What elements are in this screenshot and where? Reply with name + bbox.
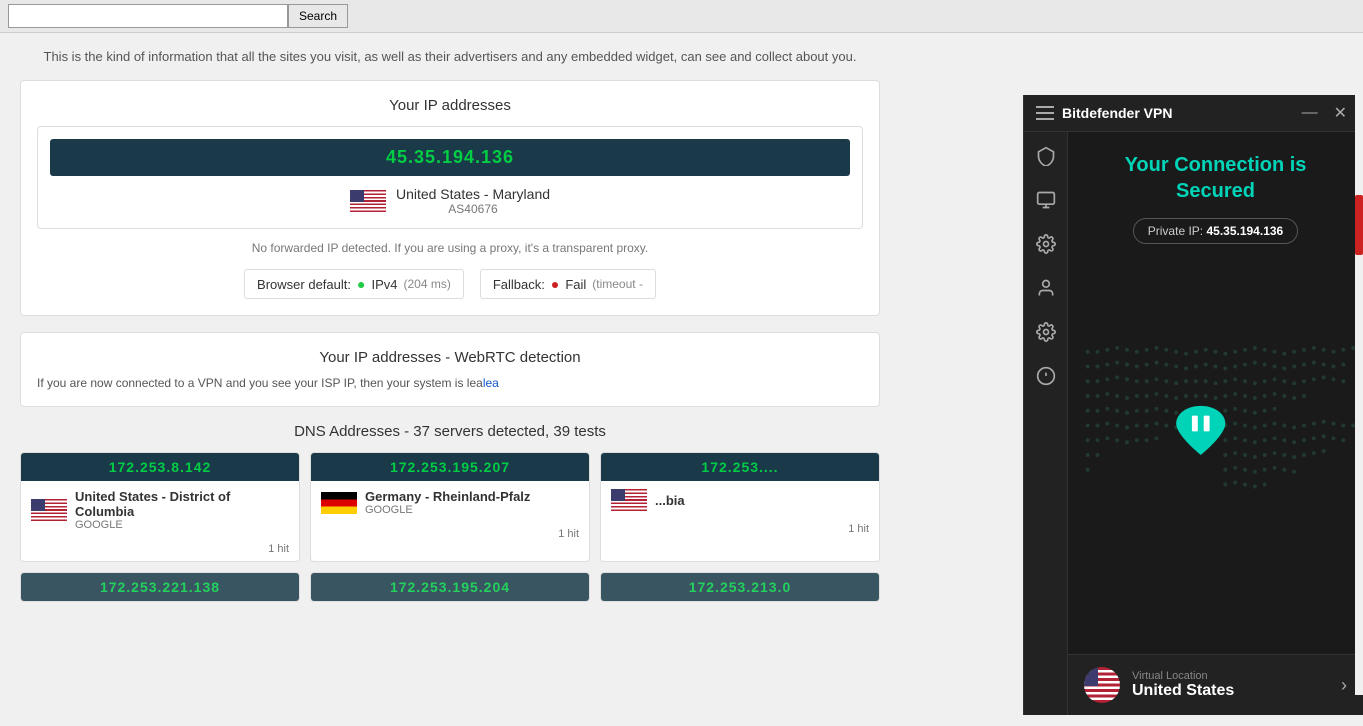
dns-section-title: DNS Addresses - 37 servers detected, 39 … <box>20 423 880 440</box>
dns-location-2: Germany - Rheinland-Pfalz GOOGLE <box>365 489 579 516</box>
dns-country-2: Germany - Rheinland-Pfalz <box>365 489 579 504</box>
virtual-location-country: United States <box>1132 682 1329 700</box>
vpn-location-bar[interactable]: Virtual Location United States › <box>1068 654 1363 715</box>
vpn-user-icon[interactable] <box>1034 276 1058 300</box>
fallback-fail: Fail <box>565 277 586 292</box>
map-dots-svg <box>1068 256 1363 654</box>
ip-location-text: United States - Maryland AS40676 <box>396 186 550 216</box>
virtual-location-label: Virtual Location <box>1132 670 1329 682</box>
vpn-body: Your Connection isSecured Private IP: 45… <box>1024 132 1363 715</box>
dns-info-2: Germany - Rheinland-Pfalz GOOGLE <box>311 481 589 524</box>
dns-grid-bottom: 172.253.221.138 172.253.195.204 172.253.… <box>20 572 880 602</box>
vpn-private-ip-badge: Private IP: 45.35.194.136 <box>1133 218 1298 244</box>
intro-text: This is the kind of information that all… <box>20 49 880 64</box>
top-bar: Search <box>0 0 1363 33</box>
dns-card-3: 172.253.... ...bia 1 hit <box>600 452 880 562</box>
vpn-display-icon[interactable] <box>1034 188 1058 212</box>
vpn-info-icon[interactable] <box>1034 364 1058 388</box>
dns-card-1: 172.253.8.142 United States - District o… <box>20 452 300 562</box>
dns-flag-us-3 <box>611 489 647 511</box>
webrtc-link[interactable]: lea <box>483 376 499 390</box>
dns-isp-1: GOOGLE <box>75 519 289 531</box>
dns-country-1: United States - District of Columbia <box>75 489 289 519</box>
page-scrollbar[interactable] <box>1355 95 1363 695</box>
ip-asn: AS40676 <box>396 202 550 216</box>
browser-ms: (204 ms) <box>403 277 450 291</box>
dns-location-1: United States - District of Columbia GOO… <box>75 489 289 531</box>
dns-country-3: ...bia <box>655 493 869 508</box>
vpn-map <box>1068 256 1363 654</box>
flag-us <box>350 190 386 212</box>
fallback-suffix: (timeout - <box>592 277 643 291</box>
location-text: Virtual Location United States <box>1132 670 1329 700</box>
location-chevron-icon: › <box>1341 675 1347 696</box>
ip-card-title: Your IP addresses <box>37 97 863 114</box>
vpn-gear-icon[interactable] <box>1034 232 1058 256</box>
dns-flag-de-2 <box>321 492 357 514</box>
vpn-status-title: Your Connection isSecured <box>1084 152 1347 204</box>
private-ip-label: Private IP: <box>1148 224 1203 238</box>
dns-location-3: ...bia <box>655 493 869 508</box>
dns-hits-2: 1 hit <box>311 524 589 546</box>
location-flag-us <box>1084 667 1120 703</box>
dns-ip-3: 172.253.... <box>601 453 879 481</box>
map-pin-group <box>1176 406 1225 455</box>
fallback-label: Fallback: <box>493 277 545 292</box>
vpn-app-title: Bitdefender VPN <box>1062 105 1290 121</box>
fallback-status: Fallback: ● Fail (timeout - <box>480 269 656 299</box>
dns-card-4: 172.253.221.138 <box>20 572 300 602</box>
dns-info-3: ...bia <box>601 481 879 519</box>
browser-protocol: IPv4 <box>371 277 397 292</box>
ip-addresses-card: Your IP addresses 45.35.194.136 United S… <box>20 80 880 316</box>
search-input-wrap: Search <box>8 4 348 28</box>
vpn-sidebar <box>1024 132 1068 715</box>
dns-info-1: United States - District of Columbia GOO… <box>21 481 299 539</box>
ip-location-row: United States - Maryland AS40676 <box>50 186 850 216</box>
search-input[interactable] <box>8 4 288 28</box>
vpn-titlebar: Bitdefender VPN — ✕ <box>1024 95 1363 132</box>
search-button[interactable]: Search <box>288 4 348 28</box>
browser-default-status: Browser default: ● IPv4 (204 ms) <box>244 269 464 299</box>
webrtc-title: Your IP addresses - WebRTC detection <box>37 349 863 366</box>
scrollbar-thumb[interactable] <box>1355 195 1363 255</box>
status-row: Browser default: ● IPv4 (204 ms) Fallbac… <box>37 269 863 299</box>
dns-flag-us-1 <box>31 499 67 521</box>
dns-isp-2: GOOGLE <box>365 504 579 516</box>
dns-ip-1: 172.253.8.142 <box>21 453 299 481</box>
webrtc-card: Your IP addresses - WebRTC detection If … <box>20 332 880 407</box>
vpn-main: Your Connection isSecured Private IP: 45… <box>1068 132 1363 715</box>
browser-dot-green: ● <box>357 276 365 292</box>
fallback-dot-red: ● <box>551 276 559 292</box>
dns-ip-6: 172.253.213.0 <box>601 573 879 601</box>
dns-ip-4: 172.253.221.138 <box>21 573 299 601</box>
dns-hits-1: 1 hit <box>21 539 299 561</box>
ip-location-name: United States - Maryland <box>396 186 550 202</box>
vpn-status-header: Your Connection isSecured Private IP: 45… <box>1068 132 1363 256</box>
dns-card-6: 172.253.213.0 <box>600 572 880 602</box>
ip-address-banner: 45.35.194.136 <box>50 139 850 176</box>
dns-ip-2: 172.253.195.207 <box>311 453 589 481</box>
dns-grid: 172.253.8.142 United States - District o… <box>20 452 880 562</box>
vpn-overlay: Bitdefender VPN — ✕ <box>1023 95 1363 715</box>
main-content: This is the kind of information that all… <box>0 33 900 618</box>
ip-box: 45.35.194.136 United States - Maryland A… <box>37 126 863 229</box>
vpn-close-button[interactable]: ✕ <box>1330 103 1351 123</box>
proxy-text: No forwarded IP detected. If you are usi… <box>37 241 863 255</box>
vpn-shield-icon[interactable] <box>1034 144 1058 168</box>
private-ip-value: 45.35.194.136 <box>1206 224 1283 238</box>
dns-ip-5: 172.253.195.204 <box>311 573 589 601</box>
vpn-minimize-button[interactable]: — <box>1298 104 1322 122</box>
dns-card-5: 172.253.195.204 <box>310 572 590 602</box>
location-flag-circle <box>1084 667 1120 703</box>
vpn-menu-button[interactable] <box>1036 106 1054 120</box>
vpn-settings-icon[interactable] <box>1034 320 1058 344</box>
webrtc-text: If you are now connected to a VPN and yo… <box>37 376 863 390</box>
browser-default-label: Browser default: <box>257 277 351 292</box>
dns-hits-3: 1 hit <box>601 519 879 541</box>
dns-card-2: 172.253.195.207 Germany - Rheinland-Pfal… <box>310 452 590 562</box>
